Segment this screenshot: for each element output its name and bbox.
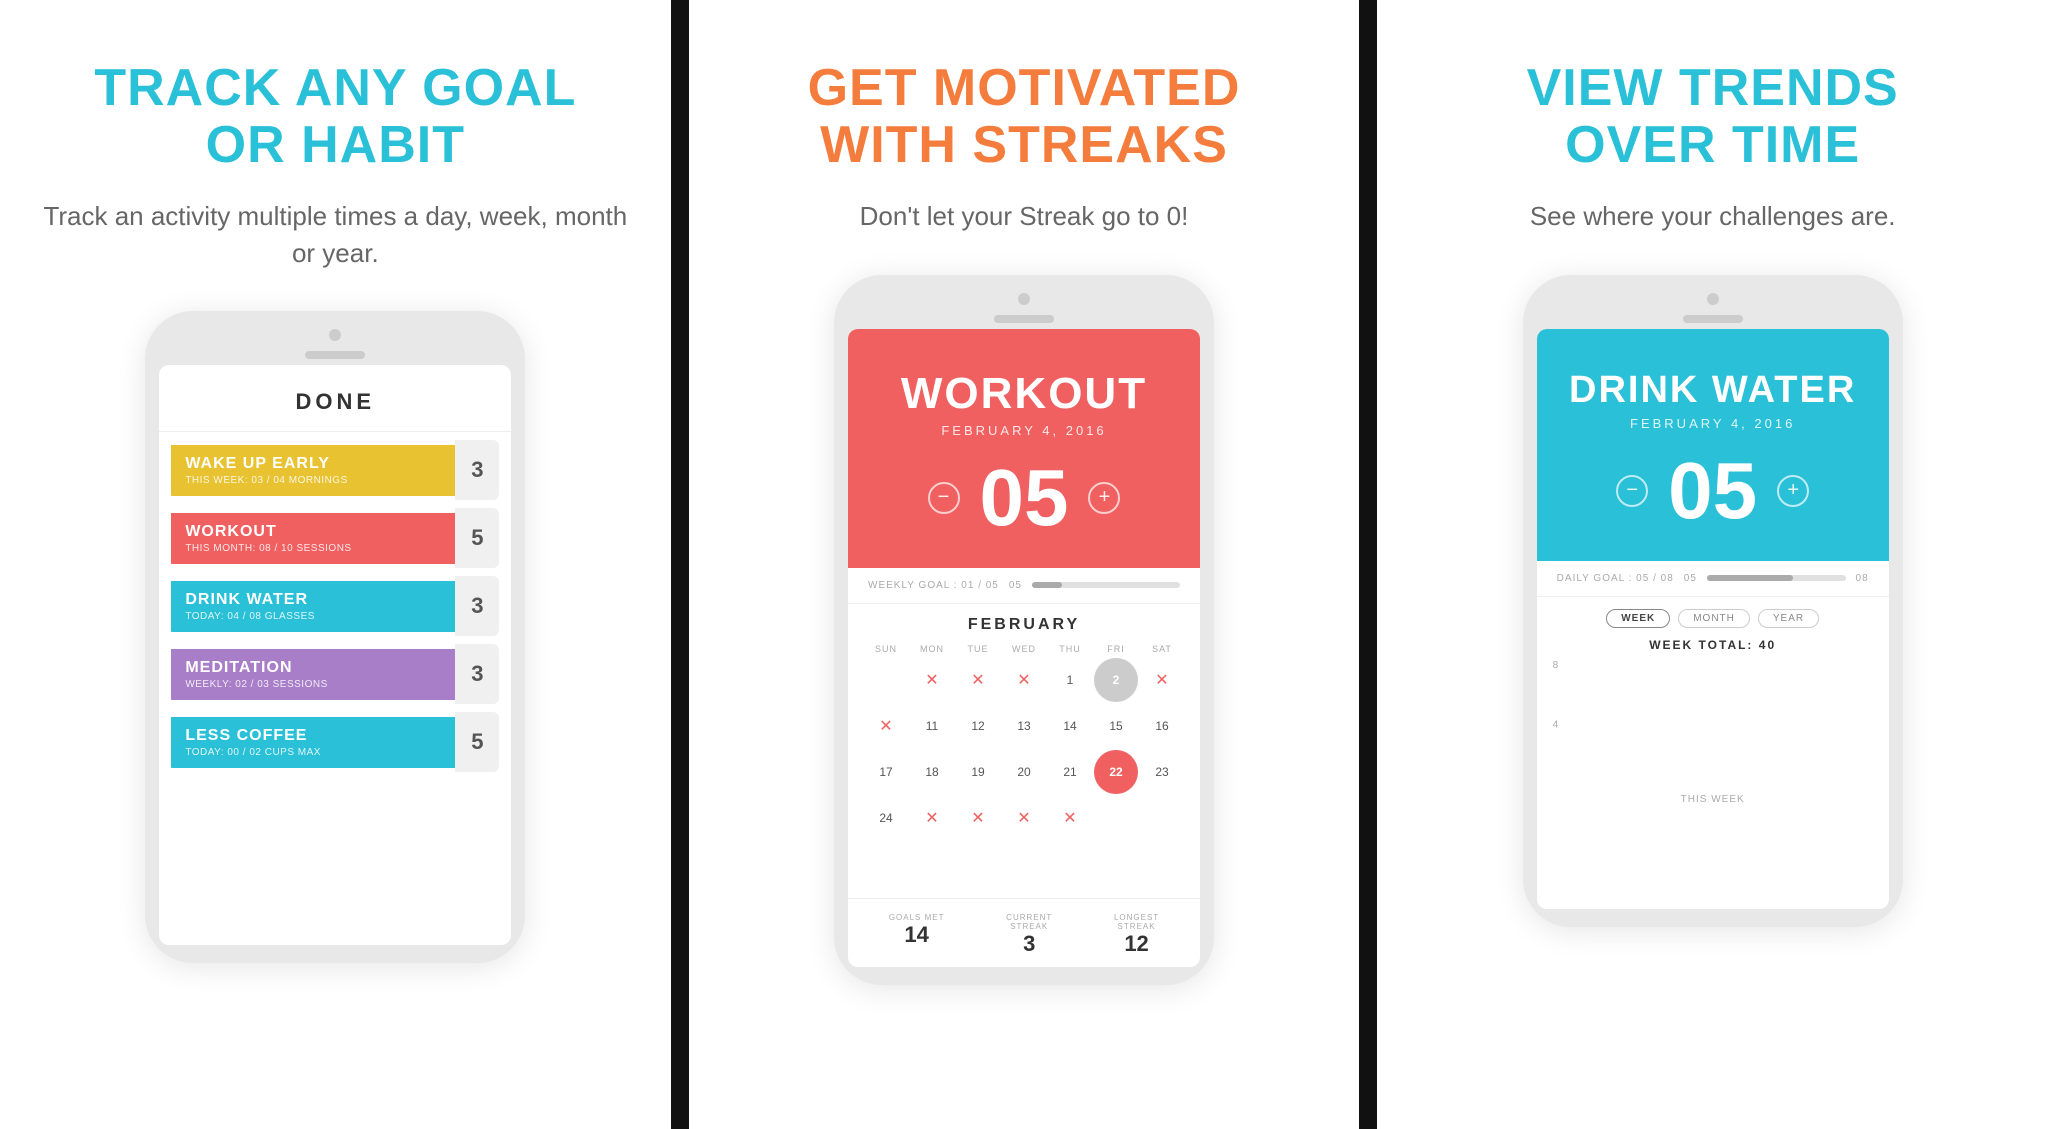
habit-item-4: LESS COFFEE TODAY: 00 / 02 CUPS MAX 5: [171, 712, 499, 772]
phone-speaker-1: [305, 351, 365, 359]
chart-x-label: THIS WEEK: [1553, 794, 1873, 805]
dw-increment-button[interactable]: +: [1777, 475, 1809, 507]
calendar-month: FEBRUARY: [864, 616, 1184, 634]
habit-sub: TODAY: 00 / 02 CUPS MAX: [185, 747, 441, 758]
goal-value: 05: [1009, 580, 1022, 591]
habit-list-header: DONE: [159, 365, 511, 432]
habit-name: MEDITATION: [185, 659, 441, 677]
tab-week[interactable]: WEEK: [1606, 609, 1670, 628]
chart-section: WEEK MONTH YEAR WEEK TOTAL: 40 8 4: [1537, 597, 1889, 817]
habit-list: WAKE UP EARLY THIS WEEK: 03 / 04 MORNING…: [159, 440, 511, 772]
habit-item-3: MEDITATION WEEKLY: 02 / 03 SESSIONS 3: [171, 644, 499, 704]
phone-mockup-2: WORKOUT FEBRUARY 4, 2016 − 05 + WEEKLY G…: [834, 275, 1214, 985]
dw-goal-bar: DAILY GOAL : 05 / 08 05 08: [1537, 561, 1889, 597]
calendar-stats: GOALS MET 14 CURRENTSTREAK 3 LONGESTSTRE…: [848, 898, 1200, 967]
drinkwater-date: FEBRUARY 4, 2016: [1557, 416, 1869, 431]
dw-goal-value: 05: [1684, 573, 1697, 584]
panel1-subtitle: Track an activity multiple times a day, …: [40, 198, 631, 271]
panel-track-goal: TRACK ANY GOAL OR HABIT Track an activit…: [0, 0, 671, 1129]
drinkwater-header: DRINK WATER FEBRUARY 4, 2016 − 05 +: [1537, 329, 1889, 561]
habit-item-1: WORKOUT THIS MONTH: 08 / 10 SESSIONS 5: [171, 508, 499, 568]
habit-name: DRINK WATER: [185, 591, 441, 609]
dw-goal-bar-inner: [1707, 575, 1793, 581]
calendar-grid: SUN MON TUE WED THU FRI SAT ✕ ✕ ✕ 1 2: [864, 642, 1184, 886]
habit-sub: THIS WEEK: 03 / 04 MORNINGS: [185, 475, 441, 486]
phone-mockup-1: DONE WAKE UP EARLY THIS WEEK: 03 / 04 MO…: [145, 311, 525, 963]
habit-count: 3: [455, 576, 499, 636]
longest-streak: LONGESTSTREAK 12: [1114, 913, 1159, 957]
panel3-title: VIEW TRENDS OVER TIME: [1527, 60, 1899, 174]
habit-sub: THIS MONTH: 08 / 10 SESSIONS: [185, 543, 441, 554]
workout-date: FEBRUARY 4, 2016: [868, 423, 1180, 438]
phone-camera-3: [1707, 293, 1719, 305]
divider-2: [1359, 0, 1377, 1129]
increment-button[interactable]: +: [1088, 482, 1120, 514]
dw-goal-end: 08: [1856, 573, 1869, 584]
tab-month[interactable]: MONTH: [1678, 609, 1750, 628]
habit-item-2: DRINK WATER TODAY: 04 / 08 GLASSES 3: [171, 576, 499, 636]
panel-trends: VIEW TRENDS OVER TIME See where your cha…: [1377, 0, 2048, 1129]
dw-count: 05: [1668, 451, 1757, 531]
chart-area: 8 4: [1553, 660, 1873, 790]
phone-mockup-3: DRINK WATER FEBRUARY 4, 2016 − 05 + DAIL…: [1523, 275, 1903, 927]
habit-count: 5: [455, 712, 499, 772]
decrement-button[interactable]: −: [928, 482, 960, 514]
panel3-subtitle: See where your challenges are.: [1530, 198, 1896, 234]
current-streak: CURRENTSTREAK 3: [1006, 913, 1052, 957]
habit-sub: WEEKLY: 02 / 03 SESSIONS: [185, 679, 441, 690]
habit-name: WORKOUT: [185, 523, 441, 541]
panel-streaks: GET MOTIVATED WITH STREAKS Don't let you…: [689, 0, 1360, 1129]
phone-screen-1: DONE WAKE UP EARLY THIS WEEK: 03 / 04 MO…: [159, 365, 511, 945]
phone-speaker-3: [1683, 315, 1743, 323]
goal-bar-outer: [1032, 582, 1180, 588]
habit-count: 3: [455, 644, 499, 704]
phone-speaker-2: [994, 315, 1054, 323]
phone-screen-2: WORKOUT FEBRUARY 4, 2016 − 05 + WEEKLY G…: [848, 329, 1200, 967]
habit-name: LESS COFFEE: [185, 727, 441, 745]
phone-camera-2: [1018, 293, 1030, 305]
goal-label: WEEKLY GOAL : 01 / 05: [868, 580, 999, 591]
goal-bar-inner: [1032, 582, 1062, 588]
habit-name: WAKE UP EARLY: [185, 455, 441, 473]
workout-counter: − 05 +: [868, 458, 1180, 538]
workout-count: 05: [980, 458, 1069, 538]
dw-decrement-button[interactable]: −: [1616, 475, 1648, 507]
panel1-title: TRACK ANY GOAL OR HABIT: [94, 60, 576, 174]
chart-total: WEEK TOTAL: 40: [1553, 638, 1873, 652]
drinkwater-name: DRINK WATER: [1557, 369, 1869, 412]
workout-name: WORKOUT: [868, 369, 1180, 419]
tab-year[interactable]: YEAR: [1758, 609, 1819, 628]
divider-1: [671, 0, 689, 1129]
dw-goal-label: DAILY GOAL : 05 / 08: [1557, 573, 1674, 584]
habit-count: 3: [455, 440, 499, 500]
calendar: FEBRUARY SUN MON TUE WED THU FRI SAT ✕ ✕: [848, 604, 1200, 898]
dw-goal-bar-outer: [1707, 575, 1846, 581]
y-label-top: 8: [1553, 660, 1559, 671]
habit-count: 5: [455, 508, 499, 568]
workout-header: WORKOUT FEBRUARY 4, 2016 − 05 +: [848, 329, 1200, 568]
panel2-subtitle: Don't let your Streak go to 0!: [860, 198, 1189, 234]
goal-bar: WEEKLY GOAL : 01 / 05 05: [848, 568, 1200, 604]
chart-tabs: WEEK MONTH YEAR: [1553, 609, 1873, 628]
phone-screen-3: DRINK WATER FEBRUARY 4, 2016 − 05 + DAIL…: [1537, 329, 1889, 909]
drinkwater-counter: − 05 +: [1557, 451, 1869, 531]
y-label-mid: 4: [1553, 719, 1559, 730]
phone-camera-1: [329, 329, 341, 341]
panel2-title: GET MOTIVATED WITH STREAKS: [808, 60, 1241, 174]
habit-sub: TODAY: 04 / 08 GLASSES: [185, 611, 441, 622]
habit-item-0: WAKE UP EARLY THIS WEEK: 03 / 04 MORNING…: [171, 440, 499, 500]
goals-met: GOALS MET 14: [889, 913, 945, 957]
